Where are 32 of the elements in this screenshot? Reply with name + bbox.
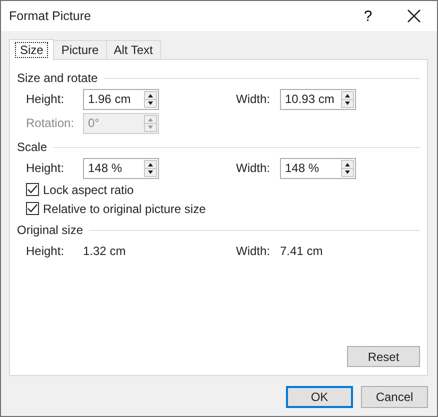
field-label: Width: xyxy=(236,244,272,258)
field-label: Width: xyxy=(236,92,272,106)
checkbox[interactable] xyxy=(26,183,39,196)
help-button[interactable]: ? xyxy=(345,1,391,31)
spin-field[interactable]: 10.93 cm xyxy=(280,88,356,110)
window-title: Format Picture xyxy=(9,9,92,23)
dialog-button[interactable]: OK xyxy=(286,386,353,408)
spinner-arrows-icon[interactable] xyxy=(144,160,157,176)
reset-button[interactable]: Reset xyxy=(347,346,420,367)
spinner-arrows-icon[interactable] xyxy=(144,90,157,108)
field-label: Height: xyxy=(26,92,66,106)
checkbox-label[interactable]: Lock aspect ratio xyxy=(43,182,134,196)
checkbox-label[interactable]: Relative to original picture size xyxy=(43,202,206,216)
spinner-arrows-icon[interactable] xyxy=(341,90,354,108)
field-label: Rotation: xyxy=(26,116,76,130)
field-label: Width: xyxy=(236,161,272,175)
spin-field[interactable]: 148 % xyxy=(280,158,356,178)
spin-field[interactable]: 148 % xyxy=(83,158,159,178)
close-icon xyxy=(407,9,421,23)
section-heading: Size and rotate xyxy=(17,71,98,85)
dialog-button[interactable]: Cancel xyxy=(361,386,428,408)
checkbox[interactable] xyxy=(26,202,39,215)
spinner-arrows-icon[interactable] xyxy=(341,160,354,176)
field-label: Height: xyxy=(26,244,66,258)
field-label: Height: xyxy=(26,161,66,175)
tab[interactable]: Size xyxy=(9,39,54,60)
info-value: 1.32 cm xyxy=(83,244,127,258)
info-value: 7.41 cm xyxy=(280,244,324,258)
section-heading: Original size xyxy=(17,223,84,237)
tab[interactable]: Alt Text xyxy=(106,40,161,59)
spin-field[interactable]: 1.96 cm xyxy=(83,88,159,110)
section-heading: Scale xyxy=(17,140,48,154)
